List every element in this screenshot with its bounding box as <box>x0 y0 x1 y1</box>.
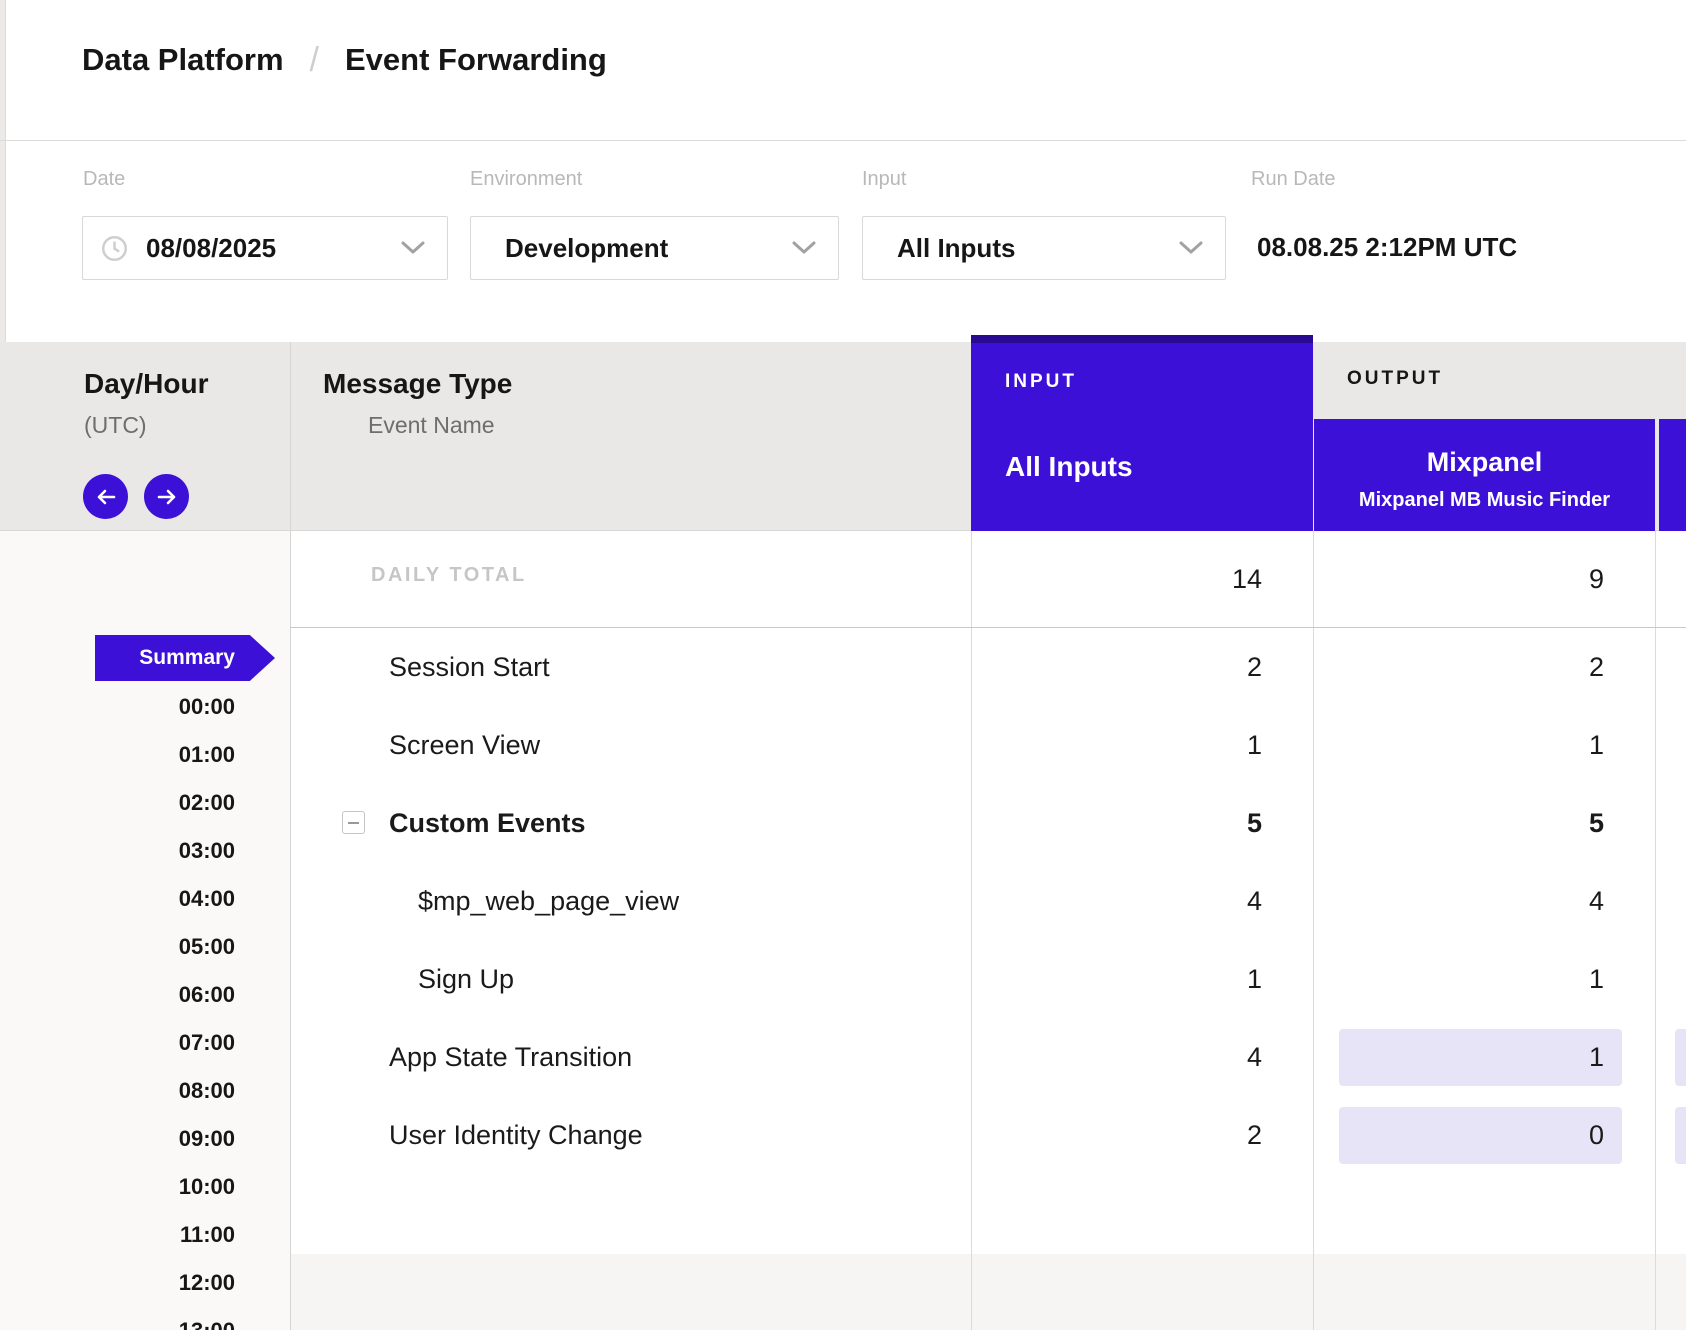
environment-dropdown[interactable]: Development <box>470 216 839 280</box>
input-filter-label: Input <box>862 168 906 191</box>
table-row: App State Transition 41 <box>290 1018 1686 1096</box>
breadcrumb-separator: / <box>310 41 319 80</box>
table-row: User Identity Change 20 <box>290 1096 1686 1174</box>
run-date-value: 08.08.25 2:12PM UTC <box>1257 232 1517 263</box>
input-dropdown[interactable]: All Inputs <box>862 216 1226 280</box>
input-cell-value: 1 <box>971 706 1313 784</box>
clock-icon <box>101 235 128 262</box>
prev-day-button[interactable] <box>83 474 128 519</box>
summary-tab[interactable]: Summary <box>95 635 275 681</box>
hour-label-0400[interactable]: 04:00 <box>0 886 235 912</box>
output-cell-value: 1 <box>1313 706 1655 784</box>
date-dropdown[interactable]: 08/08/2025 <box>82 216 448 280</box>
breadcrumb: Data Platform / Event Forwarding <box>82 36 607 84</box>
daily-total-output-value: 9 <box>1313 531 1655 627</box>
hour-label-1300[interactable]: 13:00 <box>0 1318 235 1330</box>
hour-label-0800[interactable]: 08:00 <box>0 1078 235 1104</box>
summary-tab-label: Summary <box>139 646 235 670</box>
run-date-label: Run Date <box>1251 168 1336 191</box>
output-cell-value: 0 <box>1313 1096 1655 1174</box>
input-cell-value: 2 <box>971 1096 1313 1174</box>
daily-total-label: DAILY TOTAL <box>371 564 527 587</box>
row-label: Screen View <box>389 706 540 784</box>
input-column-title: All Inputs <box>1005 451 1133 483</box>
input-cell-value: 4 <box>971 862 1313 940</box>
hour-label-0300[interactable]: 03:00 <box>0 838 235 864</box>
environment-dropdown-value: Development <box>505 233 668 264</box>
chevron-down-icon <box>1179 241 1203 255</box>
output-column-subtitle: Mixpanel MB Music Finder <box>1314 489 1655 512</box>
next-output-cell-highlight-partial <box>1675 1029 1686 1086</box>
table-row: $mp_web_page_view 44 <box>290 862 1686 940</box>
arrow-left-icon <box>95 489 117 505</box>
row-label: User Identity Change <box>389 1096 643 1174</box>
input-cell-value: 1 <box>971 940 1313 1018</box>
output-column-title: Mixpanel <box>1314 447 1655 478</box>
output-cell-value: 2 <box>1313 628 1655 706</box>
table-row: Custom Events 55 <box>290 784 1686 862</box>
hour-label-0100[interactable]: 01:00 <box>0 742 235 768</box>
event-forwarding-page: Data Platform / Event Forwarding Date En… <box>0 0 1686 1330</box>
row-label: Custom Events <box>389 784 586 862</box>
day-hour-header: Day/Hour <box>84 368 208 400</box>
input-cell-value: 2 <box>971 628 1313 706</box>
output-cell-value: 4 <box>1313 862 1655 940</box>
input-cell-value: 4 <box>971 1018 1313 1096</box>
environment-filter-label: Environment <box>470 168 582 191</box>
chevron-down-icon <box>401 241 425 255</box>
empty-rows-band <box>290 1254 1686 1330</box>
output-cell-value: 1 <box>1313 1018 1655 1096</box>
row-label: Sign Up <box>418 940 514 1018</box>
hour-label-0700[interactable]: 07:00 <box>0 1030 235 1056</box>
input-section-label: INPUT <box>1005 371 1077 393</box>
input-cell-value: 5 <box>971 784 1313 862</box>
input-dropdown-value: All Inputs <box>897 233 1015 264</box>
table-row: Screen View 11 <box>290 706 1686 784</box>
table-row: Session Start 22 <box>290 628 1686 706</box>
hour-label-0200[interactable]: 02:00 <box>0 790 235 816</box>
next-output-cell-highlight-partial <box>1675 1107 1686 1164</box>
output-column-header-next-partial[interactable] <box>1659 419 1686 531</box>
date-filter-label: Date <box>83 168 125 191</box>
breadcrumb-section[interactable]: Data Platform <box>82 42 284 78</box>
output-cell-value: 5 <box>1313 784 1655 862</box>
collapse-minus-icon[interactable] <box>342 811 365 834</box>
hour-label-0900[interactable]: 09:00 <box>0 1126 235 1152</box>
hour-label-0000[interactable]: 00:00 <box>0 694 235 720</box>
hour-label-1100[interactable]: 11:00 <box>0 1222 235 1248</box>
page-title: Event Forwarding <box>345 42 607 78</box>
next-day-button[interactable] <box>144 474 189 519</box>
row-label: Session Start <box>389 628 550 706</box>
input-column-header[interactable]: INPUT All Inputs <box>971 335 1313 531</box>
hour-label-1200[interactable]: 12:00 <box>0 1270 235 1296</box>
arrow-right-icon <box>156 489 178 505</box>
hour-label-0600[interactable]: 06:00 <box>0 982 235 1008</box>
daily-total-input-value: 14 <box>971 531 1313 627</box>
date-dropdown-value: 08/08/2025 <box>146 233 276 264</box>
hour-label-1000[interactable]: 10:00 <box>0 1174 235 1200</box>
row-label: App State Transition <box>389 1018 632 1096</box>
output-column-header-mixpanel[interactable]: Mixpanel Mixpanel MB Music Finder <box>1314 419 1655 531</box>
day-hour-subtitle: (UTC) <box>84 412 147 439</box>
message-type-subtitle: Event Name <box>368 412 495 439</box>
table-row: Sign Up 11 <box>290 940 1686 1018</box>
hour-label-0500[interactable]: 05:00 <box>0 934 235 960</box>
chevron-down-icon <box>792 241 816 255</box>
message-type-header: Message Type <box>323 368 512 400</box>
output-cell-value: 1 <box>1313 940 1655 1018</box>
row-label: $mp_web_page_view <box>418 862 679 940</box>
header-divider <box>0 140 1686 141</box>
output-section-label: OUTPUT <box>1347 368 1443 390</box>
